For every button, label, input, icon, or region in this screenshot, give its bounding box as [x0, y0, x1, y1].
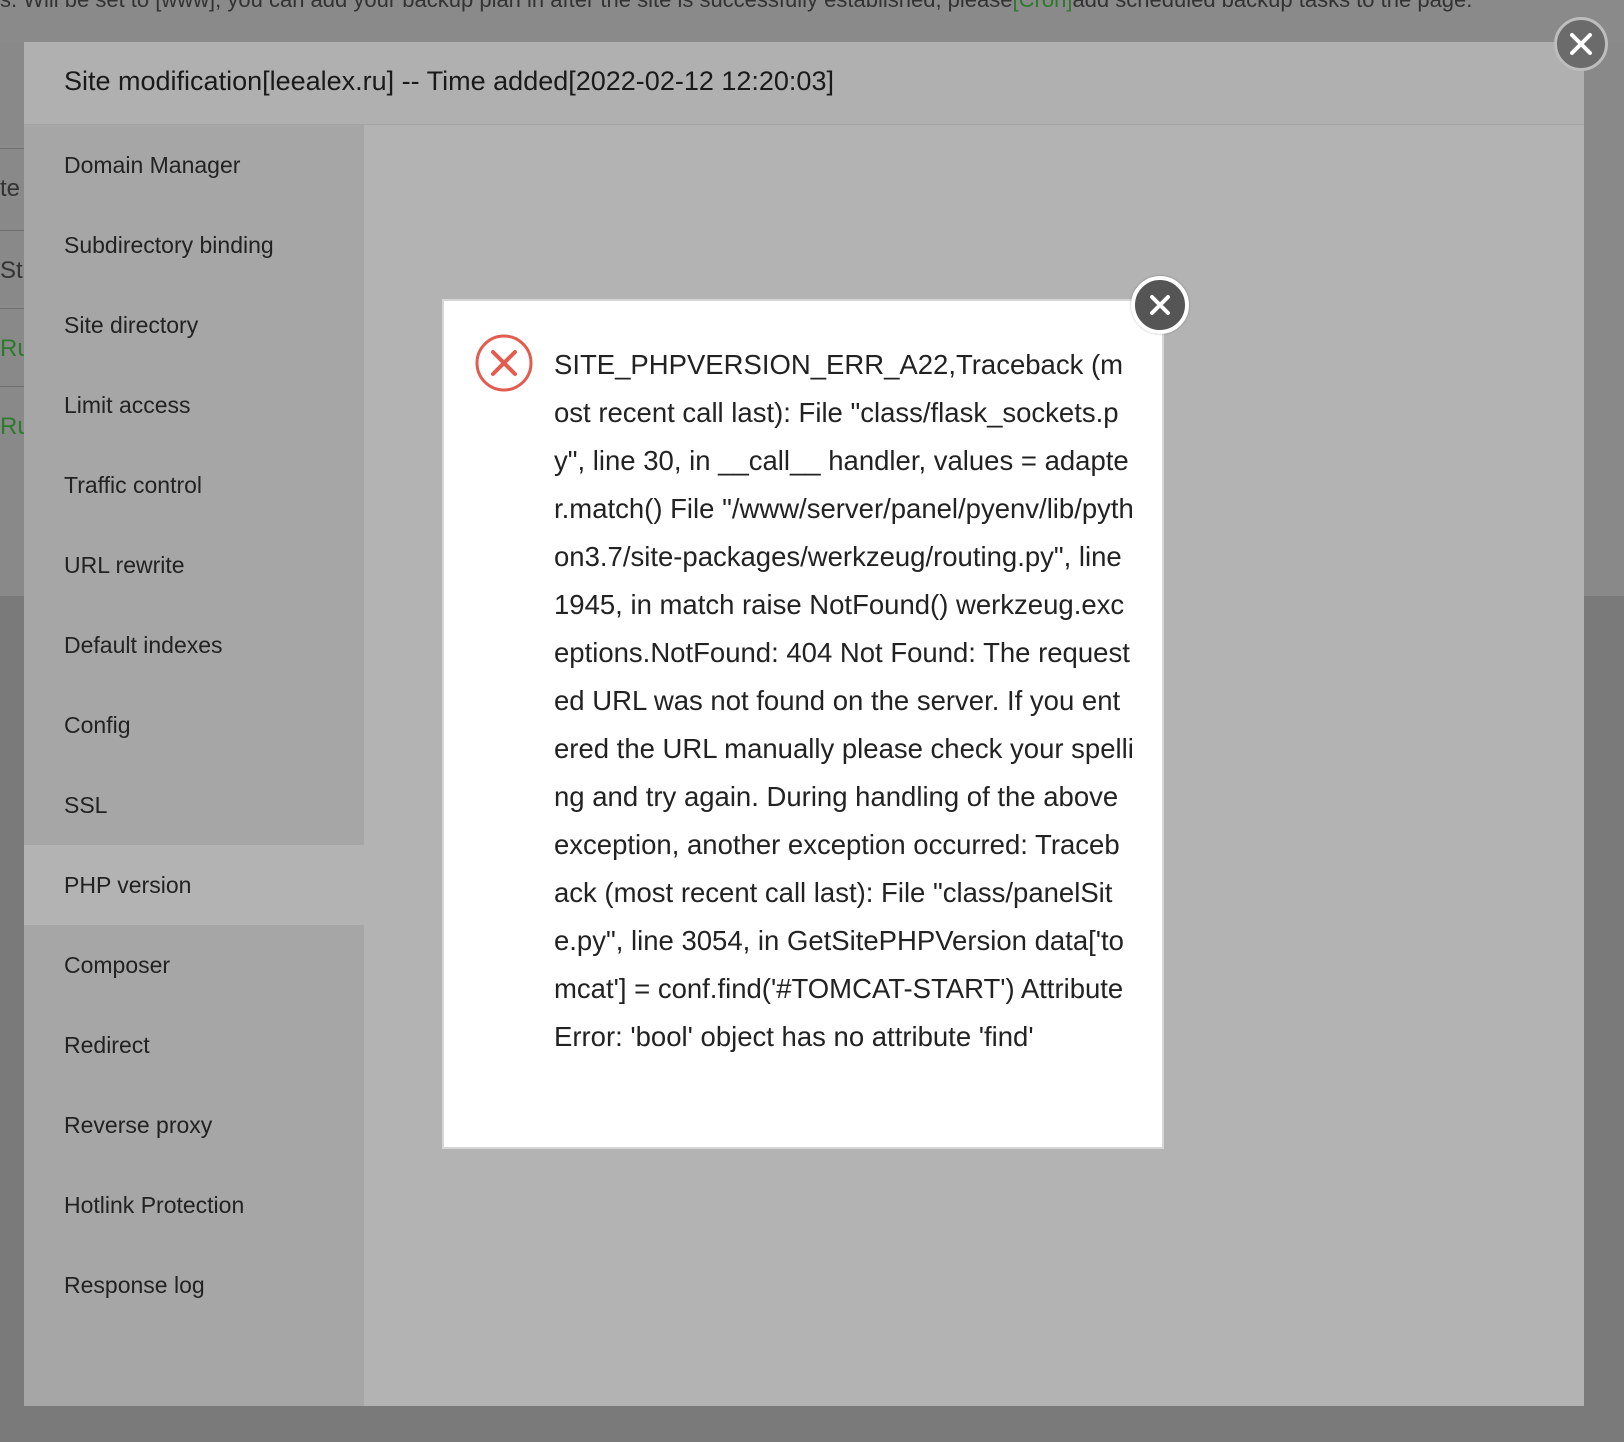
modal-sidebar: Domain Manager Subdirectory binding Site… [24, 125, 364, 1406]
sidebar-item-url-rewrite[interactable]: URL rewrite [24, 525, 364, 605]
sidebar-item-domain-manager[interactable]: Domain Manager [24, 125, 364, 205]
background-notice: s. Will be set to [www], you can add you… [0, 0, 1624, 42]
sidebar-item-redirect[interactable]: Redirect [24, 1005, 364, 1085]
sidebar-item-subdirectory-binding[interactable]: Subdirectory binding [24, 205, 364, 285]
background-cron-link[interactable]: [Cron] [1013, 0, 1073, 12]
sidebar-item-traffic-control[interactable]: Traffic control [24, 445, 364, 525]
sidebar-item-response-log[interactable]: Response log [24, 1245, 364, 1325]
close-icon [1150, 295, 1170, 315]
sidebar-item-default-indexes[interactable]: Default indexes [24, 605, 364, 685]
close-icon [1570, 33, 1592, 55]
sidebar-item-composer[interactable]: Composer [24, 925, 364, 1005]
sidebar-item-hotlink-protection[interactable]: Hotlink Protection [24, 1165, 364, 1245]
sidebar-item-ssl[interactable]: SSL [24, 765, 364, 845]
sidebar-item-limit-access[interactable]: Limit access [24, 365, 364, 445]
error-dialog-close-button[interactable] [1131, 276, 1189, 334]
background-notice-text: s. Will be set to [www], you can add you… [0, 0, 1013, 12]
background-notice-tail: add scheduled backup tasks to the page. [1072, 0, 1472, 12]
sidebar-item-reverse-proxy[interactable]: Reverse proxy [24, 1085, 364, 1165]
error-dialog: SITE_PHPVERSION_ERR_A22,Traceback (most … [442, 299, 1164, 1149]
error-x-circle-icon [474, 333, 534, 393]
error-message: SITE_PHPVERSION_ERR_A22,Traceback (most … [554, 349, 1134, 1052]
sidebar-item-config[interactable]: Config [24, 685, 364, 765]
sidebar-item-site-directory[interactable]: Site directory [24, 285, 364, 365]
modal-header: Site modification[leealex.ru] -- Time ad… [24, 42, 1584, 125]
sidebar-item-php-version[interactable]: PHP version [24, 845, 364, 925]
modal-close-button[interactable] [1554, 17, 1608, 71]
modal-title: Site modification[leealex.ru] -- Time ad… [64, 66, 834, 96]
